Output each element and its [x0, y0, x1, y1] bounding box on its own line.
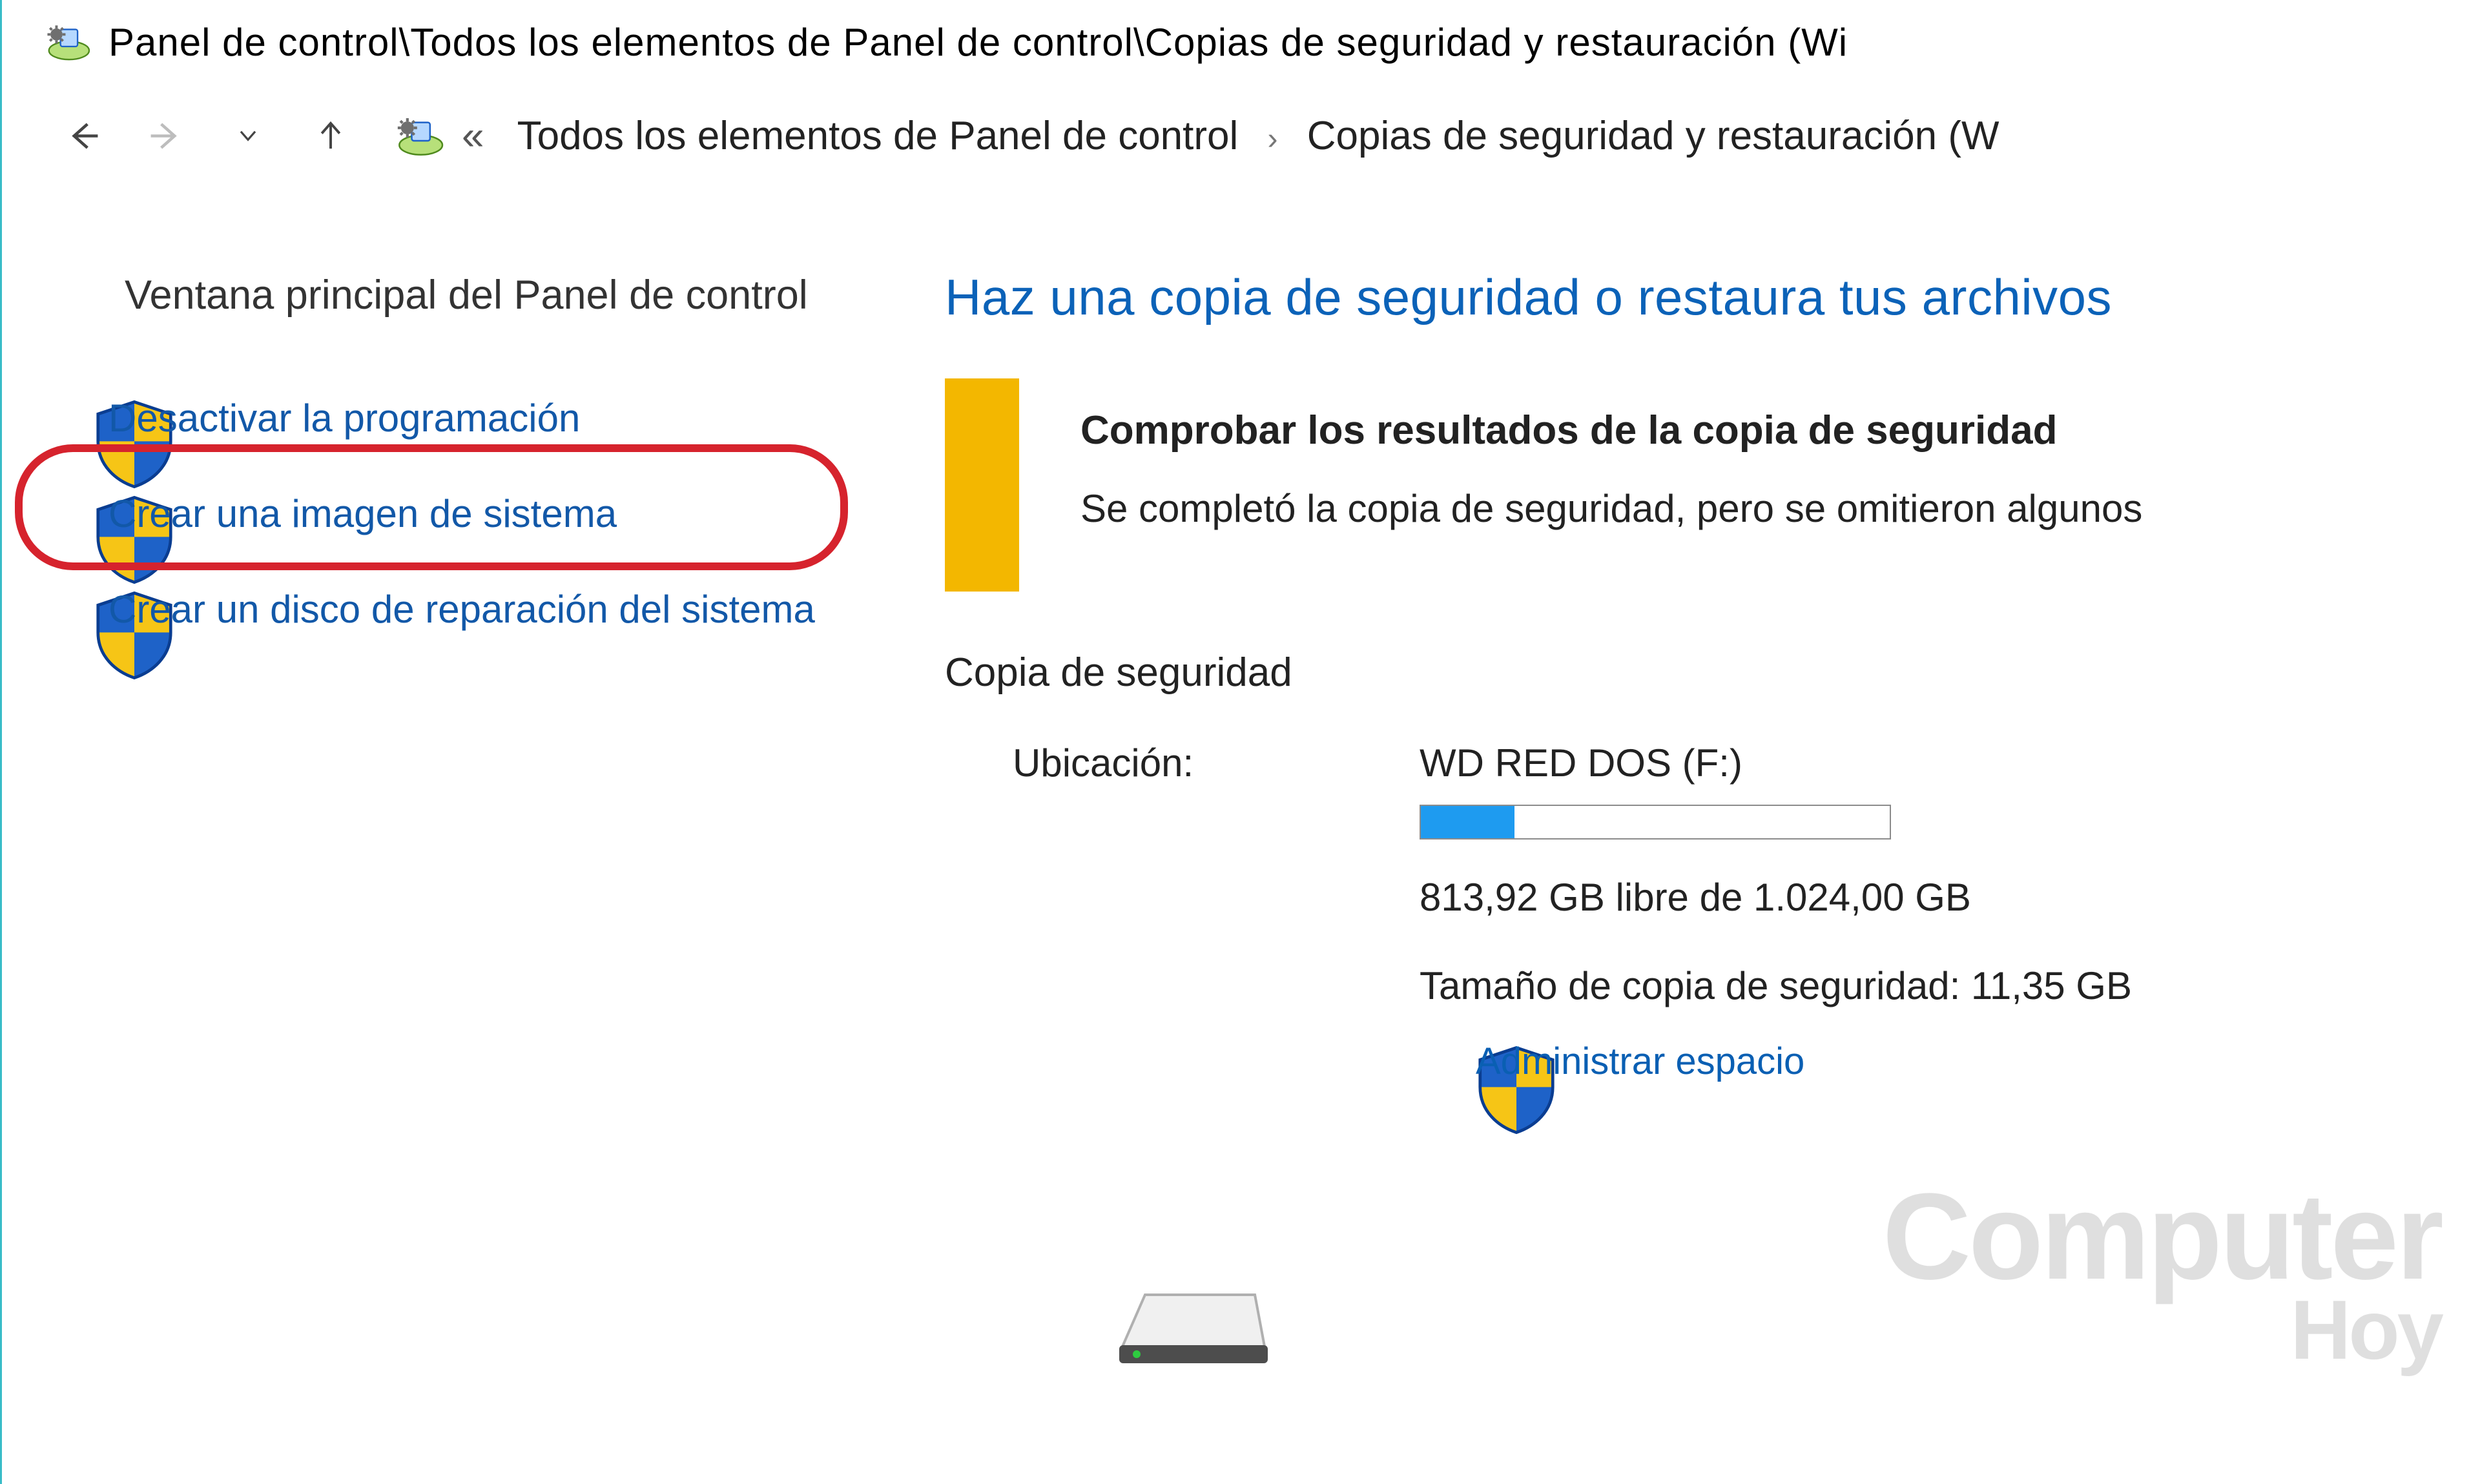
notice-accent-bar [945, 378, 1019, 592]
task-create-system-image[interactable]: Crear una imagen de sistema [131, 480, 906, 575]
location-label: Ubicación: [945, 741, 1420, 785]
task-disable-schedule[interactable]: Desactivar la programación [131, 384, 906, 480]
notice-title: Comprobar los resultados de la copia de … [1080, 407, 2142, 482]
backup-size-label: Tamaño de copia de seguridad: [1420, 964, 1960, 1007]
address-bar[interactable]: « Todos los elementos de Panel de contro… [462, 113, 2000, 159]
control-panel-icon [41, 19, 92, 65]
uac-shield-icon [37, 396, 84, 442]
content-panel: Haz una copia de seguridad o restaura tu… [945, 268, 2480, 1083]
manage-space-link[interactable]: Administrar espacio [1420, 1027, 2132, 1083]
disk-usage-fill [1421, 806, 1514, 838]
address-segment-2[interactable]: Copias de seguridad y restauración (W [1307, 114, 2000, 158]
backup-size-value: 11,35 GB [1971, 955, 2132, 1017]
backup-section-heading: Copia de seguridad [945, 650, 2480, 741]
location-drive-name: WD RED DOS (F:) [1420, 741, 2132, 805]
uac-shield-icon [37, 587, 84, 634]
uac-shield-icon [1420, 1042, 1460, 1082]
watermark-line2: Hoy [1883, 1292, 2441, 1368]
nav-recent-dropdown[interactable] [219, 107, 277, 165]
address-bar-row: « Todos los elementos de Panel de contro… [2, 71, 2480, 191]
backup-status-notice[interactable]: Comprobar los resultados de la copia de … [945, 378, 2480, 592]
task-create-repair-disc[interactable]: Crear un disco de reparación del sistema [131, 575, 906, 671]
disk-free-space: 813,92 GB libre de 1.024,00 GB [1420, 875, 2132, 955]
task-label[interactable]: Crear un disco de reparación del sistema [108, 583, 815, 635]
backup-location-row: Ubicación: WD RED DOS (F:) 813,92 GB lib… [945, 741, 2480, 1083]
external-disk-icon [1110, 1275, 1277, 1372]
disk-usage-bar [1420, 805, 1891, 840]
nav-back-button[interactable] [54, 107, 112, 165]
nav-up-button[interactable] [302, 107, 360, 165]
address-prefix-glyph: « [462, 114, 506, 158]
task-label[interactable]: Desactivar la programación [108, 392, 580, 444]
notice-message: Se completó la copia de seguridad, pero … [1080, 482, 2142, 535]
backup-size: Tamaño de copia de seguridad: 11,35 GB [1420, 955, 2132, 1027]
uac-shield-icon [37, 491, 84, 538]
watermark: Computer Hoy [1883, 1182, 2441, 1368]
tasks-panel: Ventana principal del Panel de control D… [2, 268, 945, 1083]
nav-forward-button[interactable] [136, 107, 194, 165]
address-separator[interactable]: › [1250, 122, 1296, 156]
address-segment-1[interactable]: Todos los elementos de Panel de control [517, 114, 1239, 158]
control-panel-home-link[interactable]: Ventana principal del Panel de control [125, 268, 906, 384]
window-title-text: Panel de control\Todos los elementos de … [92, 20, 1848, 65]
manage-space-label[interactable]: Administrar espacio [1476, 1040, 1804, 1083]
task-label[interactable]: Crear una imagen de sistema [108, 488, 617, 540]
address-bar-icon[interactable] [391, 112, 446, 160]
window-title-bar: Panel de control\Todos los elementos de … [2, 0, 2480, 71]
watermark-line1: Computer [1883, 1182, 2441, 1292]
page-heading: Haz una copia de seguridad o restaura tu… [945, 268, 2480, 378]
